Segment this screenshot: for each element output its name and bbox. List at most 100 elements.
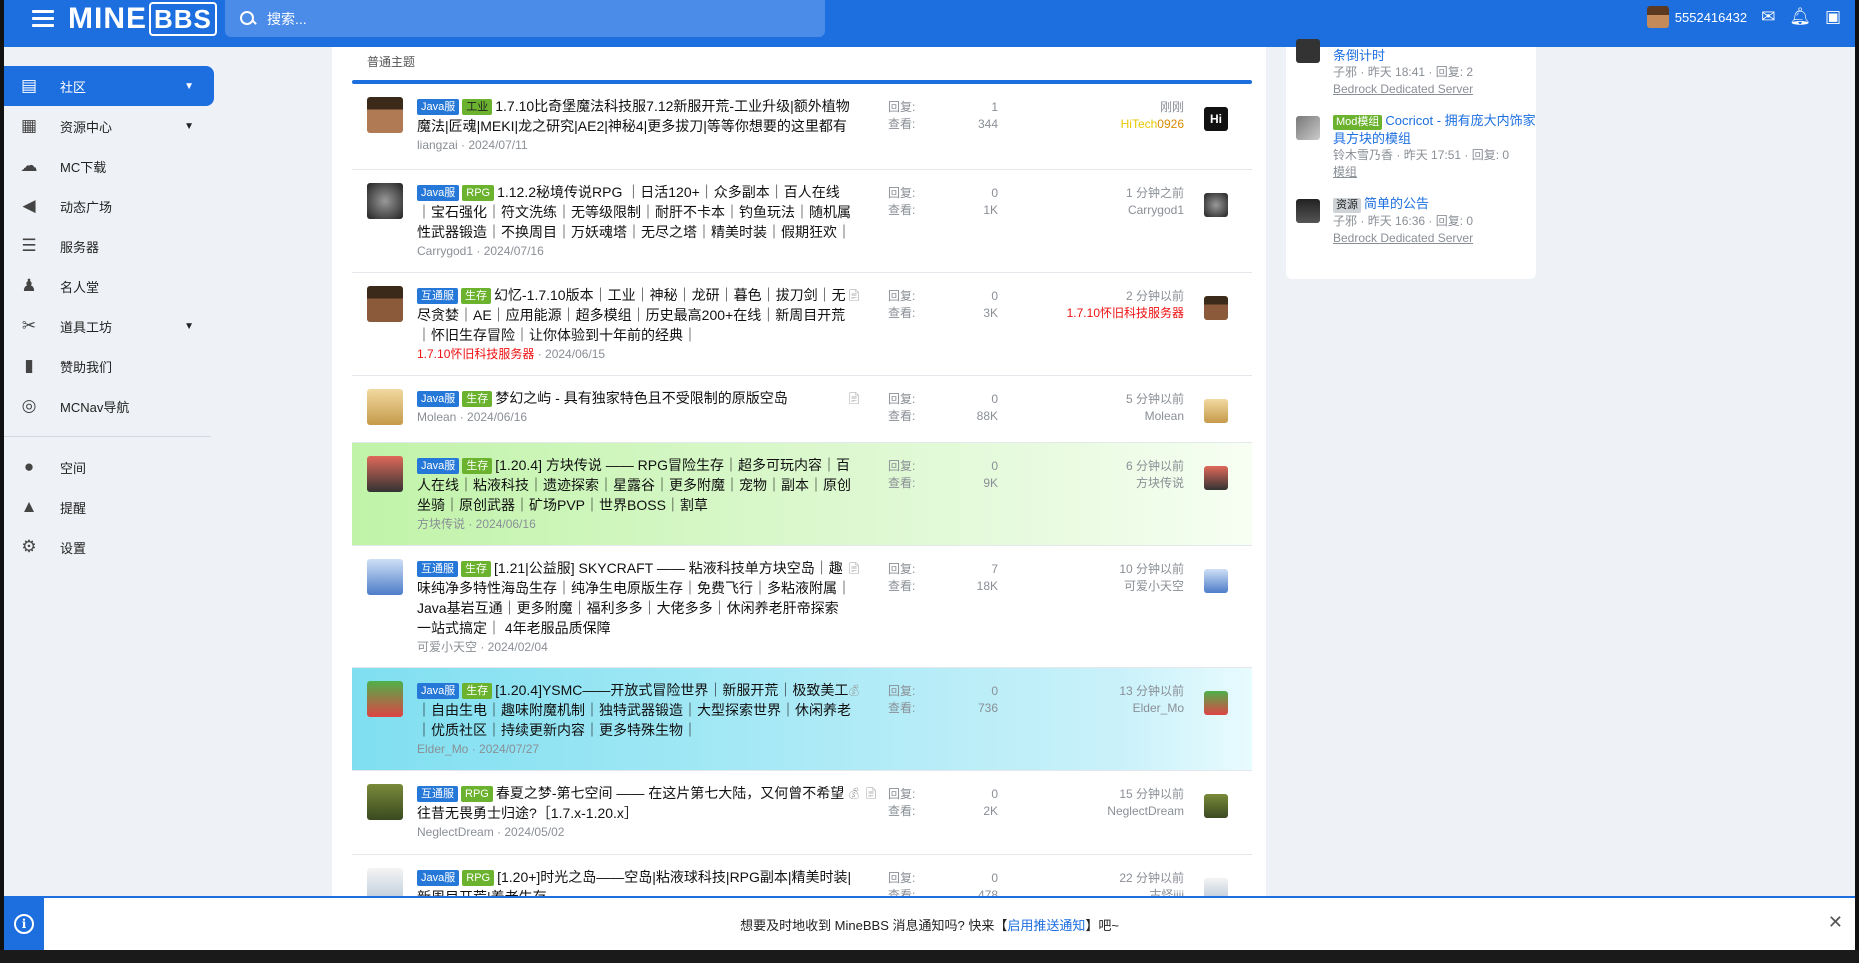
last-post-user[interactable]: 可爱小天空 <box>1119 578 1184 595</box>
last-post-user[interactable]: Carrygod1 <box>1126 202 1184 219</box>
last-post-user[interactable]: HiTech0926 <box>1121 116 1184 133</box>
last-post-time[interactable]: 13 分钟以前 <box>1119 683 1184 700</box>
thread-row[interactable]: 互通服 RPG 春夏之梦-第七空间 —— 在这片第七大陆，又何曾不希望往昔无畏勇士归… <box>352 771 1252 855</box>
thread-title[interactable]: 互通服 RPG 春夏之梦-第七空间 —— 在这片第七大陆，又何曾不希望往昔无畏勇士归… <box>417 783 852 823</box>
last-post-user[interactable]: Elder_Mo <box>1119 700 1184 717</box>
latest-post-item[interactable]: 条倒计时 子邪 · 昨天 18:41 · 回复: 2 Bedrock Dedic… <box>1286 39 1536 98</box>
thread-title[interactable]: Java服 生存 [1.20.4]YSMC——开放式冒险世界｜新服开荒｜极致美工｜自… <box>417 680 852 740</box>
thread-row[interactable]: 互通服 生存 幻忆-1.7.10版本｜工业｜神秘｜龙研｜暮色｜拔刀剑｜无尽贪婪｜AE… <box>352 273 1252 376</box>
last-poster-avatar[interactable] <box>1204 794 1228 818</box>
thread-row[interactable]: Java服 工业 1.7.10比奇堡魔法科技服7.12新服开荒-工业升级|额外植物魔… <box>352 84 1252 170</box>
site-logo[interactable]: MINE BBS <box>68 2 217 36</box>
search-input[interactable] <box>267 10 767 27</box>
wallet-icon[interactable]: ▣ <box>1825 7 1841 27</box>
thread-title[interactable]: Java服 生存 [1.20.4] 方块传说 —— RPG冒险生存｜超多可玩内容｜百… <box>417 455 852 515</box>
last-post-user[interactable]: NeglectDream <box>1107 803 1184 820</box>
prefix-tag[interactable]: Java服 <box>417 870 460 886</box>
sidebar-item-resources[interactable]: ▦ 资源中心 ▼ <box>4 106 214 146</box>
latest-post-item[interactable]: 资源 简单的公告 子邪 · 昨天 16:36 · 回复: 0 Bedrock De… <box>1286 195 1536 247</box>
last-post-time[interactable]: 刚刚 <box>1121 99 1184 116</box>
thread-row[interactable]: Java服 RPG 1.12.2秘境传说RPG ｜日活120+｜众多副本｜百人在线｜… <box>352 170 1252 273</box>
chevron-down-icon[interactable]: ▼ <box>184 81 194 92</box>
prefix-tag[interactable]: 工业 <box>462 99 493 115</box>
last-post-user[interactable]: Molean <box>1126 408 1184 425</box>
sidebar-item-community[interactable]: ▤ 社区 ▼ <box>4 66 214 106</box>
close-icon[interactable]: ✕ <box>1828 912 1843 933</box>
latest-post-forum-link[interactable]: Bedrock Dedicated Server <box>1333 81 1536 98</box>
thread-author[interactable]: Carrygod1 <box>417 244 473 258</box>
author-avatar[interactable] <box>367 389 403 425</box>
prefix-tag[interactable]: 生存 <box>461 561 491 577</box>
prefix-tag[interactable]: 互通服 <box>417 561 458 577</box>
latest-post-title[interactable]: 条倒计时 <box>1333 47 1536 64</box>
last-post-user[interactable]: 方块传说 <box>1126 475 1184 492</box>
prefix-tag[interactable]: RPG <box>462 870 495 886</box>
latest-post-title[interactable]: 资源 简单的公告 <box>1333 195 1536 213</box>
last-poster-avatar[interactable] <box>1204 691 1228 715</box>
user-avatar[interactable] <box>1646 6 1669 28</box>
author-avatar[interactable] <box>367 183 403 219</box>
sidebar-item-hall-of-fame[interactable]: ♟ 名人堂 <box>4 266 214 306</box>
sidebar-item-mcnav[interactable]: ◎ MCNav导航 <box>4 386 214 426</box>
username[interactable]: 5552416432 <box>1675 10 1747 25</box>
last-post-time[interactable]: 6 分钟以前 <box>1126 458 1184 475</box>
thread-title[interactable]: Java服 RPG 1.12.2秘境传说RPG ｜日活120+｜众多副本｜百人在线｜… <box>417 182 852 242</box>
enable-push-link[interactable]: 启用推送通知 <box>1007 918 1085 933</box>
bell-icon[interactable]: 🔔︎ <box>1789 7 1811 27</box>
thread-row[interactable]: Java服 生存 [1.20.4] 方块传说 —— RPG冒险生存｜超多可玩内容｜百… <box>352 443 1252 546</box>
thread-author[interactable]: 方块传说 <box>417 517 465 531</box>
thread-author[interactable]: 1.7.10怀旧科技服务器 <box>417 347 534 361</box>
latest-post-forum-link[interactable]: Bedrock Dedicated Server <box>1333 230 1536 247</box>
thread-row[interactable]: Java服 生存 梦幻之屿 - 具有独家特色且不受限制的原版空岛 Molean · 2… <box>352 376 1252 443</box>
chevron-down-icon[interactable]: ▼ <box>184 121 194 132</box>
thread-row[interactable]: 互通服 生存 [1.21|公益服] SKYCRAFT —— 粘液科技单方块空岛｜趣味… <box>352 546 1252 668</box>
last-post-time[interactable]: 10 分钟以前 <box>1119 561 1184 578</box>
sidebar-item-servers[interactable]: ☰ 服务器 <box>4 226 214 266</box>
last-poster-avatar[interactable]: Hi <box>1204 107 1228 131</box>
last-post-time[interactable]: 15 分钟以前 <box>1107 786 1184 803</box>
last-poster-avatar[interactable] <box>1204 296 1228 320</box>
last-poster-avatar[interactable] <box>1204 569 1228 593</box>
thread-title[interactable]: 互通服 生存 [1.21|公益服] SKYCRAFT —— 粘液科技单方块空岛｜趣味… <box>417 558 852 638</box>
prefix-tag[interactable]: 生存 <box>462 391 493 407</box>
thread-author[interactable]: liangzai <box>417 138 458 152</box>
prefix-tag[interactable]: RPG <box>461 786 493 802</box>
prefix-tag[interactable]: 互通服 <box>417 288 458 304</box>
sidebar-item-alerts[interactable]: ▲ 提醒 <box>4 487 214 527</box>
prefix-tag[interactable]: Java服 <box>417 185 460 201</box>
prefix-tag[interactable]: 生存 <box>462 458 493 474</box>
latest-post-item[interactable]: Mod模组 Cocricot - 拥有庞大内饰家具方块的模组 铃木雪乃香 · 昨天… <box>1286 112 1536 181</box>
latest-post-title[interactable]: Mod模组 Cocricot - 拥有庞大内饰家具方块的模组 <box>1333 112 1536 147</box>
prefix-tag[interactable]: 互通服 <box>417 786 458 802</box>
thread-author[interactable]: Molean <box>417 410 456 424</box>
prefix-tag[interactable]: RPG <box>462 185 495 201</box>
search-bar[interactable] <box>225 0 825 37</box>
thread-row[interactable]: Java服 生存 [1.20.4]YSMC——开放式冒险世界｜新服开荒｜极致美工｜自… <box>352 668 1252 771</box>
last-poster-avatar[interactable] <box>1204 193 1228 217</box>
author-avatar[interactable] <box>367 286 403 322</box>
prefix-tag[interactable]: Java服 <box>417 99 460 115</box>
sidebar-item-space[interactable]: ● 空间 <box>4 447 214 487</box>
menu-icon[interactable] <box>32 10 54 28</box>
thread-title[interactable]: Java服 工业 1.7.10比奇堡魔法科技服7.12新服开荒-工业升级|额外植物魔… <box>417 96 852 136</box>
prefix-tag[interactable]: Java服 <box>417 683 460 699</box>
author-avatar[interactable] <box>367 559 403 595</box>
last-post-user[interactable]: 1.7.10怀旧科技服务器 <box>1067 305 1184 322</box>
author-avatar[interactable] <box>367 97 403 133</box>
author-avatar[interactable] <box>367 456 403 492</box>
sidebar-item-workshop[interactable]: ✂ 道具工坊 ▼ <box>4 306 214 346</box>
scrollbar[interactable] <box>1843 47 1855 896</box>
author-avatar[interactable] <box>367 681 403 717</box>
thread-title[interactable]: 互通服 生存 幻忆-1.7.10版本｜工业｜神秘｜龙研｜暮色｜拔刀剑｜无尽贪婪｜AE… <box>417 285 852 345</box>
mail-icon[interactable]: ✉ <box>1761 7 1775 27</box>
prefix-tag[interactable]: 生存 <box>462 683 493 699</box>
sidebar-item-settings[interactable]: ⚙ 设置 <box>4 527 214 567</box>
last-poster-avatar[interactable] <box>1204 466 1228 490</box>
latest-post-forum-link[interactable]: 模组 <box>1333 164 1536 181</box>
thread-author[interactable]: 可爱小天空 <box>417 640 477 654</box>
thread-title-text[interactable]: 梦幻之屿 - 具有独家特色且不受限制的原版空岛 <box>495 390 787 406</box>
thread-title[interactable]: Java服 生存 梦幻之屿 - 具有独家特色且不受限制的原版空岛 <box>417 388 852 408</box>
thread-author[interactable]: NeglectDream <box>417 825 494 839</box>
last-post-time[interactable]: 2 分钟以前 <box>1067 288 1184 305</box>
prefix-tag[interactable]: 生存 <box>461 288 491 304</box>
